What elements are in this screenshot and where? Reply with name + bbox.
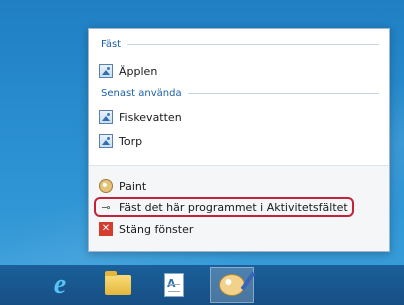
header-divider (127, 43, 379, 45)
tasks-divider (89, 165, 389, 166)
folder-icon (105, 271, 131, 295)
jump-list-destinations: Fäst Äpplen Senast använda Fiskevatten T… (89, 29, 389, 165)
pin-icon: ⊸ (101, 200, 111, 214)
pinned-header-label: Fäst (101, 38, 122, 50)
paint-icon (219, 274, 245, 296)
image-icon (99, 64, 113, 78)
recent-item-torp[interactable]: Torp (99, 132, 381, 150)
jump-list: Fäst Äpplen Senast använda Fiskevatten T… (88, 28, 390, 252)
taskbar-button-wordpad[interactable] (152, 267, 196, 303)
image-icon (99, 134, 113, 148)
image-icon (99, 110, 113, 124)
taskbar-button-file-explorer[interactable] (96, 267, 140, 303)
close-icon: ✕ (99, 222, 113, 236)
recent-item-label: Torp (119, 134, 143, 148)
pinned-item-applen[interactable]: Äpplen (99, 62, 381, 80)
pinned-header: Fäst (101, 37, 379, 51)
task-pin-to-taskbar[interactable]: ⊸ Fäst det här programmet i Aktivitetsfä… (99, 198, 381, 216)
header-divider (187, 92, 379, 94)
task-close-window[interactable]: ✕ Stäng fönster (99, 220, 381, 238)
task-label: Paint (119, 179, 147, 193)
internet-explorer-icon: e (53, 269, 67, 300)
taskbar: e (0, 265, 404, 305)
recent-header-label: Senast använda (101, 87, 182, 99)
recent-item-fiskevatten[interactable]: Fiskevatten (99, 108, 381, 126)
wordpad-icon (164, 273, 184, 297)
recent-item-label: Fiskevatten (119, 110, 182, 124)
task-label: Stäng fönster (119, 222, 194, 236)
taskbar-button-paint[interactable] (210, 267, 254, 303)
task-label: Fäst det här programmet i Aktivitetsfält… (119, 200, 348, 214)
pinned-item-label: Äpplen (119, 64, 158, 78)
task-open-paint[interactable]: Paint (99, 177, 381, 195)
paint-palette-icon (99, 179, 113, 193)
taskbar-button-internet-explorer[interactable]: e (38, 267, 82, 303)
recent-header: Senast använda (101, 86, 379, 100)
